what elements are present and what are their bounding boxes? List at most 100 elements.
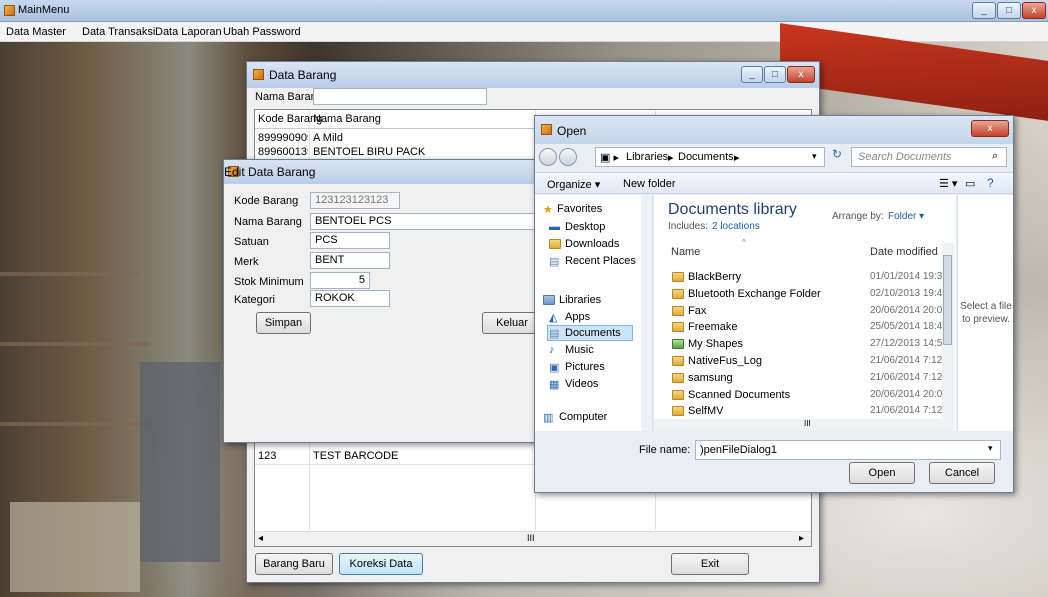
preview-pane-icon[interactable]: ▭: [965, 177, 975, 190]
minimize-button[interactable]: _: [741, 66, 763, 83]
forward-button[interactable]: [559, 148, 577, 166]
horizontal-scrollbar[interactable]: ◂ III ▸: [255, 531, 811, 546]
stok-minimum-field[interactable]: 5: [310, 272, 370, 289]
nav-documents[interactable]: Documents: [565, 327, 621, 339]
chevron-down-icon[interactable]: ▾: [812, 151, 817, 162]
menu-ubah-password[interactable]: Ubah Password: [223, 26, 301, 38]
nav-libraries[interactable]: Libraries: [559, 294, 601, 306]
maximize-button[interactable]: □: [997, 2, 1021, 19]
folder-icon: [672, 305, 684, 316]
file-row[interactable]: Scanned Documents 20/06/2014 20:08: [654, 387, 948, 403]
folder-icon: [672, 322, 684, 333]
menu-data-laporan[interactable]: Data Laporan: [155, 26, 222, 38]
table-cell: BENTOEL BIRU PACK: [313, 146, 426, 158]
file-row[interactable]: Freemake 25/05/2014 18:49: [654, 319, 948, 335]
breadcrumb-documents[interactable]: Documents: [678, 151, 734, 163]
column-name-header[interactable]: Name: [671, 246, 700, 258]
exit-button[interactable]: Exit: [671, 553, 749, 575]
music-icon: ♪: [549, 344, 555, 356]
file-name: Fax: [688, 304, 707, 317]
back-button[interactable]: [539, 148, 557, 166]
search-input[interactable]: [313, 88, 487, 105]
file-row[interactable]: samsung 21/06/2014 7:12: [654, 370, 944, 386]
address-bar[interactable]: ▣ ▸ Libraries ▸ Documents ▸ ▾: [595, 147, 825, 167]
search-input[interactable]: Search Documents ⌕: [851, 147, 1007, 167]
library-locations-link[interactable]: 2 locations: [712, 221, 760, 232]
new-folder-button[interactable]: New folder: [623, 178, 676, 190]
filename-input[interactable]: )penFileDialog1 ▾: [695, 440, 1001, 460]
file-list-hscrollbar[interactable]: III: [654, 419, 954, 431]
file-name: Scanned Documents: [688, 388, 791, 401]
file-row[interactable]: Bluetooth Exchange Folder 02/10/2013 19:4…: [654, 286, 948, 302]
folder-icon: [672, 356, 684, 366]
nav-apps[interactable]: Apps: [565, 311, 590, 323]
filename-label: File name:: [639, 444, 691, 456]
column-date-header[interactable]: Date modified: [870, 246, 938, 258]
satuan-field[interactable]: PCS: [310, 232, 390, 249]
file-name: NativeFus_Log: [688, 355, 762, 367]
breadcrumb-libraries[interactable]: Libraries: [626, 151, 668, 163]
file-row[interactable]: SelfMV 21/06/2014 7:12: [654, 403, 944, 419]
refresh-icon[interactable]: ↻: [827, 147, 847, 167]
library-title: Documents library: [668, 201, 797, 218]
table-cell: 123: [258, 450, 277, 462]
new-item-button[interactable]: Barang Baru: [255, 553, 333, 575]
nav-pictures[interactable]: Pictures: [565, 361, 605, 373]
apps-icon: ◭: [549, 312, 558, 324]
file-row[interactable]: BlackBerry 01/01/2014 19:30: [654, 269, 948, 285]
nav-favorites[interactable]: Favorites: [557, 203, 602, 215]
table-cell: A Mild: [313, 132, 343, 144]
merk-label: Merk: [234, 256, 259, 268]
minimize-button[interactable]: _: [972, 2, 996, 19]
kategori-field[interactable]: ROKOK: [310, 290, 390, 307]
nav-computer[interactable]: Computer: [559, 411, 607, 423]
open-button[interactable]: Open: [849, 462, 915, 484]
nav-desktop[interactable]: Desktop: [565, 221, 605, 233]
save-button[interactable]: Simpan: [256, 312, 311, 334]
close-button[interactable]: x: [787, 66, 815, 83]
organize-menu[interactable]: Organize ▾: [547, 178, 600, 191]
scroll-right-icon[interactable]: ▸: [799, 533, 804, 544]
file-list: BlackBerry 01/01/2014 19:30 Bluetooth Exch…: [654, 269, 948, 419]
arrange-by-dropdown[interactable]: Folder ▾: [888, 211, 924, 222]
chevron-down-icon[interactable]: ▾: [988, 443, 993, 454]
column-header[interactable]: Nama Barang: [313, 113, 381, 125]
nav-music[interactable]: Music: [565, 344, 594, 356]
file-name: Freemake: [688, 321, 738, 334]
cancel-button[interactable]: Cancel: [929, 462, 995, 484]
close-button[interactable]: x: [1022, 2, 1046, 19]
edit-item-button[interactable]: Koreksi Data: [339, 553, 423, 575]
file-list-scrollbar[interactable]: [942, 243, 954, 421]
nav-videos[interactable]: Videos: [565, 378, 598, 390]
kategori-label: Kategori: [234, 294, 275, 306]
preview-pane: Select a file to preview.: [957, 195, 1013, 431]
exit-button[interactable]: Keluar: [482, 312, 542, 334]
file-row[interactable]: NativeFus_Log 21/06/2014 7:12: [654, 353, 944, 369]
sort-ascending-icon: ^: [742, 238, 746, 247]
file-row[interactable]: My Shapes 27/12/2013 14:50: [654, 336, 948, 352]
open-file-dialog: Open x ▣ ▸ Libraries ▸ Documents ▸ ▾ ↻ S…: [534, 115, 1014, 493]
close-button[interactable]: x: [971, 120, 1009, 137]
file-name: My Shapes: [688, 338, 744, 351]
file-date: 20/06/2014 20:08: [870, 304, 948, 316]
menu-data-master[interactable]: Data Master: [6, 26, 66, 38]
file-date: 20/06/2014 20:08: [870, 388, 948, 400]
menu-data-transaksi[interactable]: Data Transaksi: [82, 26, 155, 38]
file-date: 21/06/2014 7:12: [870, 371, 943, 383]
maximize-button[interactable]: □: [764, 66, 786, 83]
open-dialog-title: Open: [557, 124, 587, 138]
scroll-thumb[interactable]: [943, 255, 952, 345]
videos-icon: ▦: [549, 379, 560, 391]
view-options-icon[interactable]: ☰ ▾: [939, 177, 957, 190]
nav-downloads[interactable]: Downloads: [565, 238, 619, 250]
nav-recent-places[interactable]: Recent Places: [565, 255, 636, 267]
help-icon[interactable]: ?: [987, 176, 994, 190]
scroll-left-icon[interactable]: ◂: [258, 533, 263, 544]
file-name: SelfMV: [688, 405, 724, 418]
file-row[interactable]: Fax 20/06/2014 20:08: [654, 303, 948, 319]
nav-scrollbar[interactable]: [641, 195, 652, 431]
merk-field[interactable]: BENT: [310, 252, 390, 269]
file-date: 02/10/2013 19:43: [870, 287, 948, 299]
stok-minimum-label: Stok Minimum: [234, 276, 304, 288]
nama-barang-field[interactable]: BENTOEL PCS: [310, 213, 535, 230]
